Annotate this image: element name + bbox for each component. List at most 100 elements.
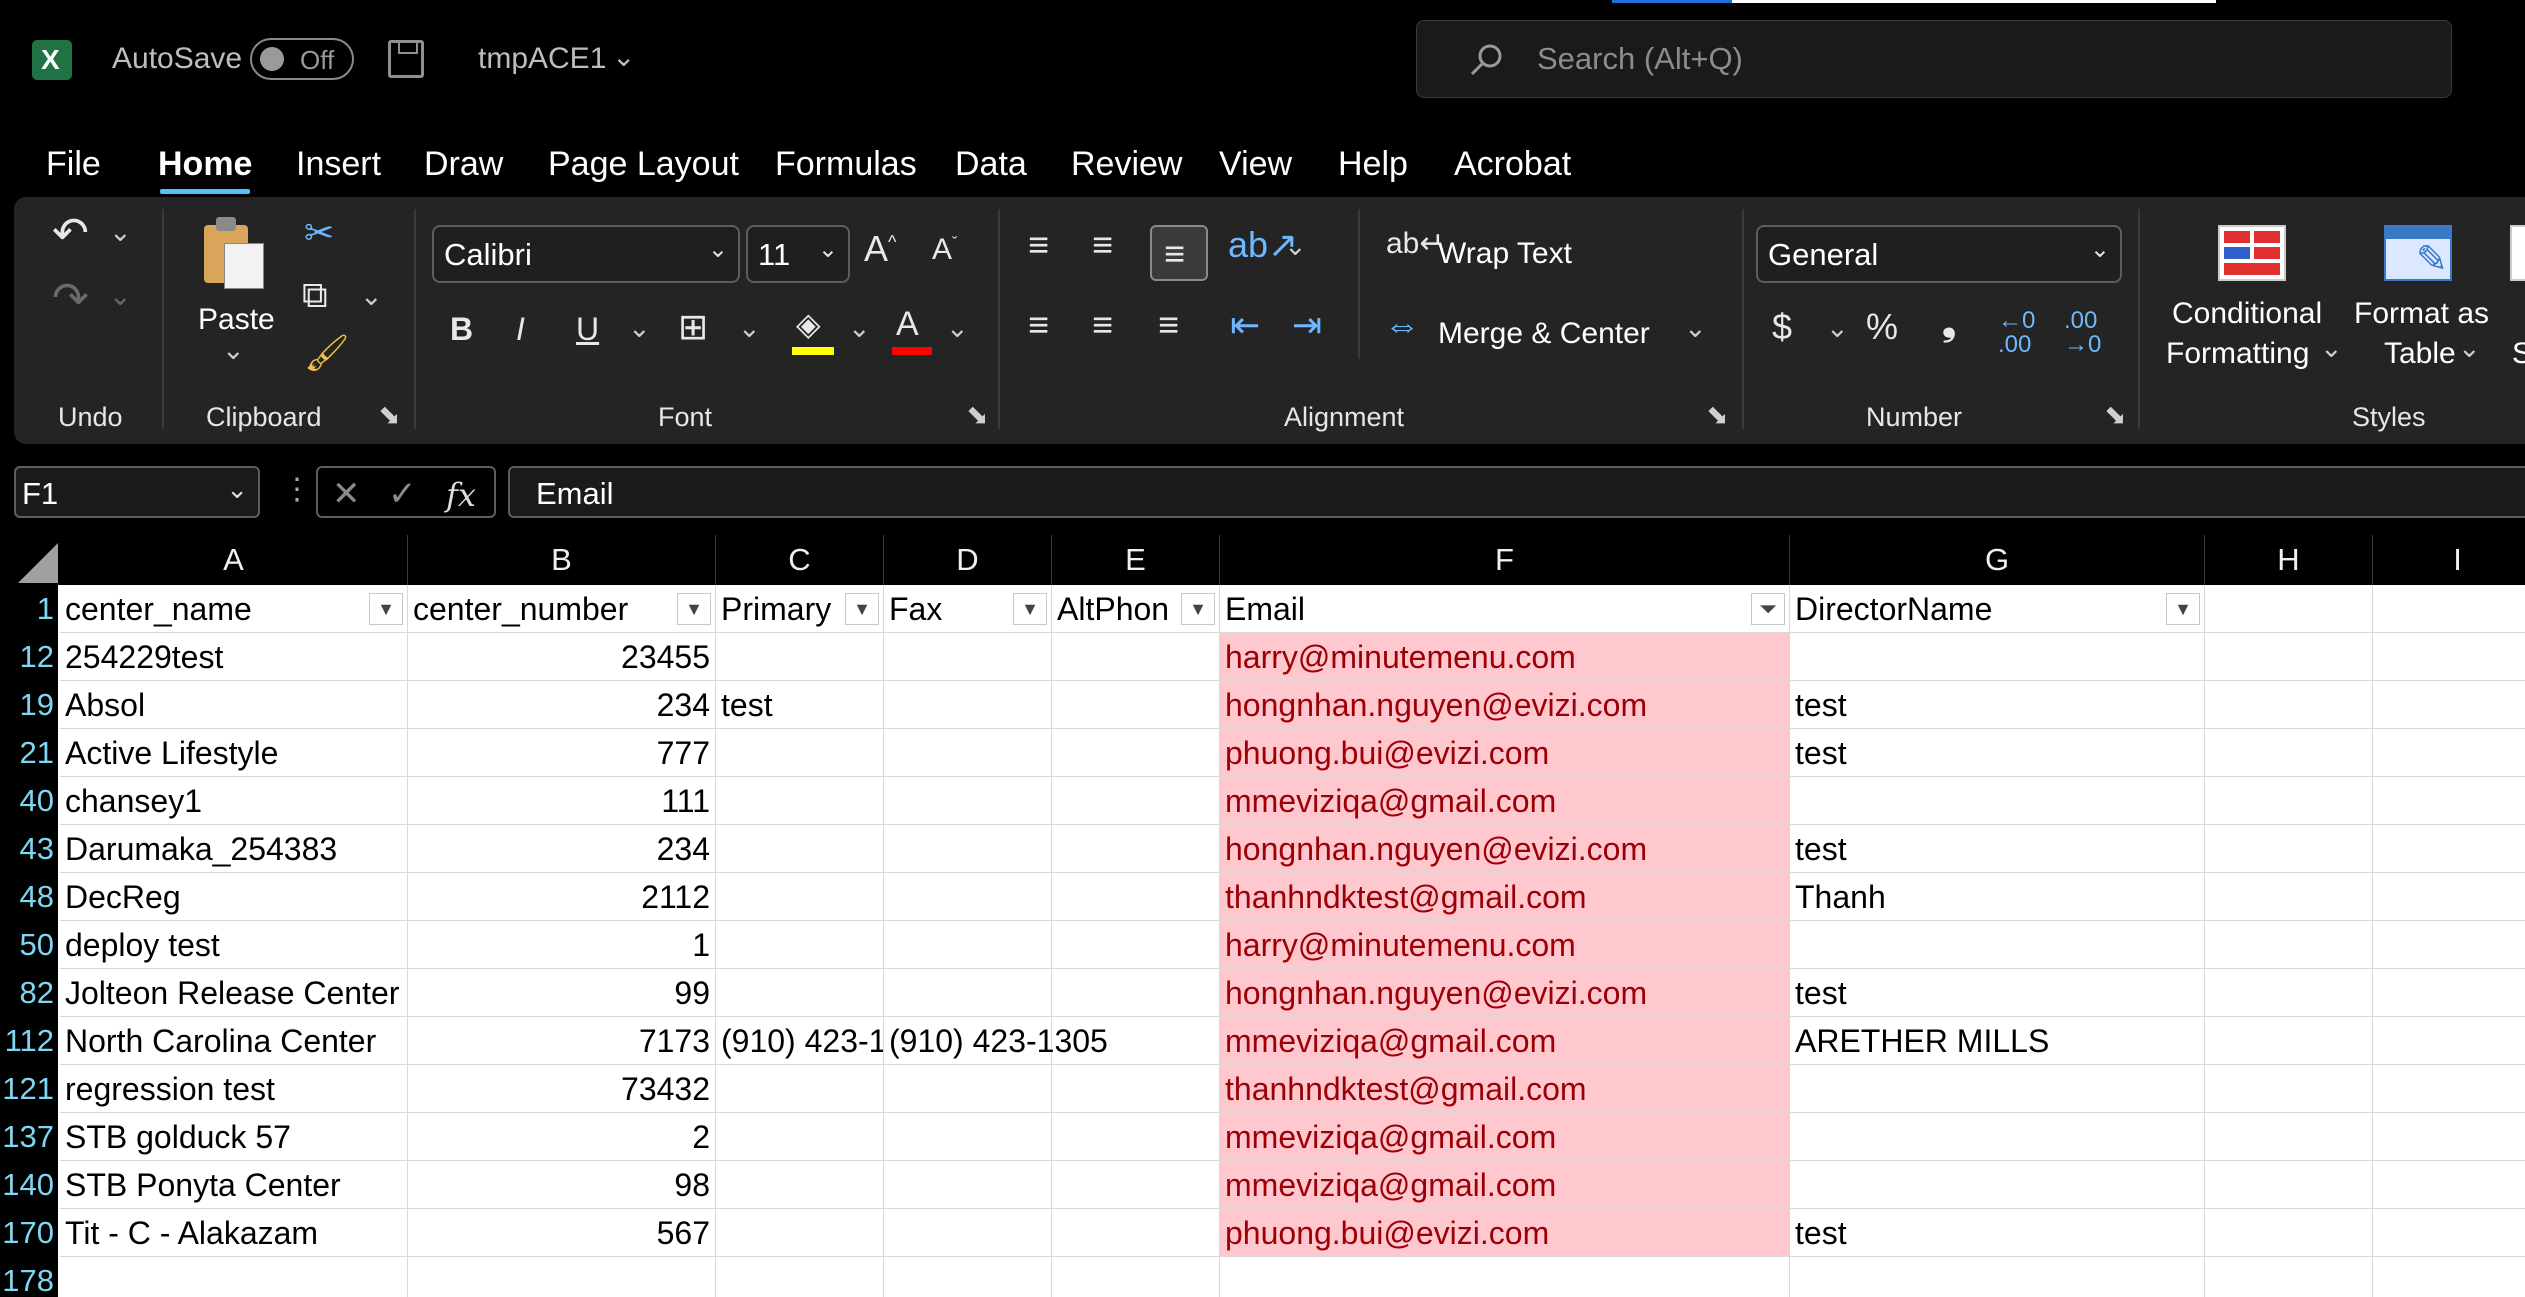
cell-d19[interactable] <box>884 681 1052 729</box>
empty-cell[interactable] <box>60 1257 408 1297</box>
empty-cell[interactable] <box>2373 1017 2525 1065</box>
underline-icon[interactable]: U <box>576 313 599 345</box>
filter-dropdown-icon[interactable]: ▼ <box>369 593 403 625</box>
formula-input[interactable]: Email <box>508 466 2525 518</box>
menu-data[interactable]: Data <box>955 145 1027 184</box>
empty-cell[interactable] <box>1052 1257 1220 1297</box>
empty-cell[interactable] <box>2205 1209 2373 1257</box>
row-header[interactable]: 137 <box>0 1113 58 1161</box>
column-header-f[interactable]: F <box>1220 535 1790 585</box>
menu-insert[interactable]: Insert <box>296 145 381 184</box>
column-header-e[interactable]: E <box>1052 535 1220 585</box>
undo-dropdown-icon[interactable]: ⌄ <box>109 219 132 246</box>
cell-g40[interactable] <box>1790 777 2205 825</box>
cell-a19[interactable]: Absol <box>60 681 408 729</box>
redo-icon[interactable]: ↷ <box>52 277 89 321</box>
cell-d170[interactable] <box>884 1209 1052 1257</box>
filter-active-icon[interactable]: ⏷ <box>1751 593 1785 625</box>
empty-cell[interactable] <box>2205 1065 2373 1113</box>
empty-cell[interactable] <box>408 1257 716 1297</box>
paste-button[interactable]: Paste <box>198 303 275 337</box>
cell-g137[interactable] <box>1790 1113 2205 1161</box>
undo-icon[interactable]: ↶ <box>52 212 89 256</box>
cell-f48[interactable]: thanhndktest@gmail.com <box>1220 873 1790 921</box>
cell-g112[interactable]: ARETHER MILLS <box>1790 1017 2205 1065</box>
paste-dropdown-icon[interactable]: ⌄ <box>222 337 245 364</box>
cell-c40[interactable] <box>716 777 884 825</box>
cell-b40[interactable]: 111 <box>408 777 716 825</box>
cell-e137[interactable] <box>1052 1113 1220 1161</box>
comma-style-icon[interactable]: ❟ <box>1942 305 1956 341</box>
header-cell-a[interactable]: center_name ▼ <box>60 585 408 633</box>
cell-a43[interactable]: Darumaka_254383 <box>60 825 408 873</box>
decrease-decimal-icon[interactable]: .00 →0 <box>2064 309 2101 357</box>
row-header[interactable]: 82 <box>0 969 58 1017</box>
cell-g82[interactable]: test <box>1790 969 2205 1017</box>
cell-f12[interactable]: harry@minutemenu.com <box>1220 633 1790 681</box>
cell-d21[interactable] <box>884 729 1052 777</box>
accounting-format-icon[interactable]: $ <box>1772 309 1792 345</box>
formula-bar-grip-icon[interactable]: ⋮ <box>282 472 312 507</box>
cell-b112[interactable]: 7173 <box>408 1017 716 1065</box>
cell-c12[interactable] <box>716 633 884 681</box>
cut-icon[interactable]: ✂ <box>304 215 334 251</box>
paste-icon[interactable] <box>204 217 264 289</box>
italic-icon[interactable]: I <box>516 313 525 345</box>
cell-b82[interactable]: 99 <box>408 969 716 1017</box>
column-header-d[interactable]: D <box>884 535 1052 585</box>
cell-c21[interactable] <box>716 729 884 777</box>
menu-page-layout[interactable]: Page Layout <box>548 145 739 184</box>
cell-a140[interactable]: STB Ponyta Center <box>60 1161 408 1209</box>
copy-icon[interactable]: ⧉ <box>302 277 328 313</box>
empty-cell[interactable] <box>2205 1161 2373 1209</box>
row-header[interactable]: 50 <box>0 921 58 969</box>
row-header[interactable]: 178 <box>0 1257 58 1297</box>
name-box[interactable]: F1 ⌄ <box>14 466 260 518</box>
merge-center-icon[interactable]: ⇔ <box>1384 307 1420 343</box>
format-as-table-button[interactable]: Format as <box>2354 297 2489 331</box>
align-left-icon[interactable]: ≡ <box>1028 307 1049 343</box>
cell-d48[interactable] <box>884 873 1052 921</box>
empty-cell[interactable] <box>2373 1209 2525 1257</box>
empty-cell[interactable] <box>1790 1257 2205 1297</box>
cell-c170[interactable] <box>716 1209 884 1257</box>
align-top-icon[interactable]: ≡ <box>1028 227 1049 263</box>
header-cell-g[interactable]: DirectorName ▼ <box>1790 585 2205 633</box>
column-header-g[interactable]: G <box>1790 535 2205 585</box>
filter-dropdown-icon[interactable]: ▼ <box>2166 593 2200 625</box>
cell-g121[interactable] <box>1790 1065 2205 1113</box>
menu-formulas[interactable]: Formulas <box>775 145 917 184</box>
cell-f21[interactable]: phuong.bui@evizi.com <box>1220 729 1790 777</box>
cell-a50[interactable]: deploy test <box>60 921 408 969</box>
empty-cell[interactable] <box>2205 681 2373 729</box>
cell-f40[interactable]: mmeviziqa@gmail.com <box>1220 777 1790 825</box>
cell-e82[interactable] <box>1052 969 1220 1017</box>
select-all-corner[interactable] <box>0 535 60 585</box>
cell-e121[interactable] <box>1052 1065 1220 1113</box>
row-header[interactable]: 48 <box>0 873 58 921</box>
font-name-select[interactable]: Calibri ⌄ <box>432 225 740 283</box>
insert-function-icon[interactable]: fx <box>446 476 476 514</box>
cell-d40[interactable] <box>884 777 1052 825</box>
empty-cell[interactable] <box>2373 585 2525 633</box>
decrease-indent-icon[interactable]: ⇤ <box>1230 307 1260 343</box>
cell-b140[interactable]: 98 <box>408 1161 716 1209</box>
empty-cell[interactable] <box>2373 729 2525 777</box>
empty-cell[interactable] <box>884 1257 1052 1297</box>
cell-a82[interactable]: Jolteon Release Center <box>60 969 408 1017</box>
cell-b121[interactable]: 73432 <box>408 1065 716 1113</box>
empty-cell[interactable] <box>2373 681 2525 729</box>
copy-dropdown-icon[interactable]: ⌄ <box>360 283 383 310</box>
cell-styles-icon[interactable] <box>2510 225 2525 281</box>
format-as-table-button-line2[interactable]: Table <box>2384 337 2456 371</box>
cell-e48[interactable] <box>1052 873 1220 921</box>
increase-font-size-icon[interactable]: A^ <box>864 231 896 267</box>
empty-cell[interactable] <box>2205 969 2373 1017</box>
row-header[interactable]: 19 <box>0 681 58 729</box>
row-header[interactable]: 170 <box>0 1209 58 1257</box>
borders-icon[interactable]: ⊞ <box>678 309 708 345</box>
menu-draw[interactable]: Draw <box>424 145 503 184</box>
cell-e21[interactable] <box>1052 729 1220 777</box>
fill-color-icon[interactable]: ◈ <box>790 305 838 355</box>
column-header-a[interactable]: A <box>60 535 408 585</box>
